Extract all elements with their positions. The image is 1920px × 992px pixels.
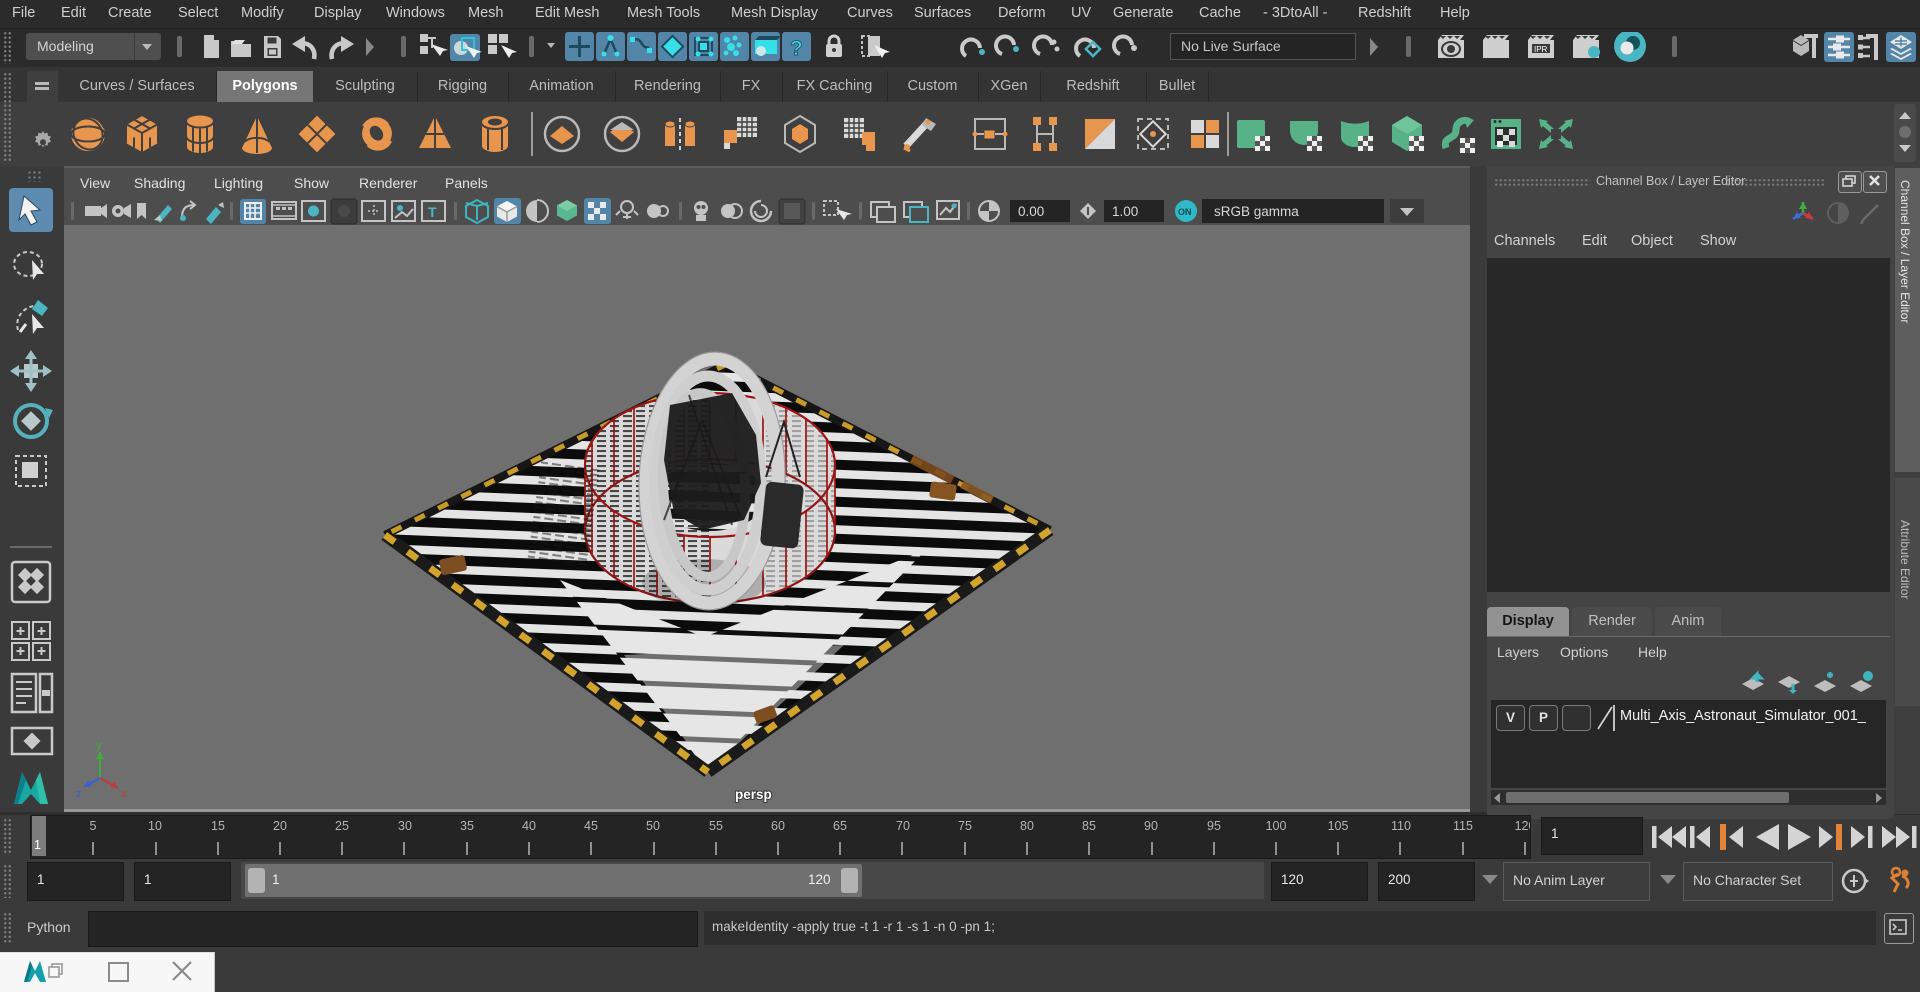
svg-text:T: T xyxy=(428,204,437,220)
svg-text:ON: ON xyxy=(1178,207,1192,217)
svg-text:y: y xyxy=(96,740,102,752)
svg-text:z: z xyxy=(76,788,82,800)
svg-text:IPR: IPR xyxy=(1534,45,1548,54)
svg-text:persp: persp xyxy=(735,787,772,802)
svg-text:x: x xyxy=(121,788,127,800)
svg-text:0.00: 0.00 xyxy=(1018,204,1044,219)
svg-text:sRGB gamma: sRGB gamma xyxy=(1214,204,1299,219)
svg-text:1.00: 1.00 xyxy=(1112,204,1138,219)
svg-text:?: ? xyxy=(790,37,803,60)
